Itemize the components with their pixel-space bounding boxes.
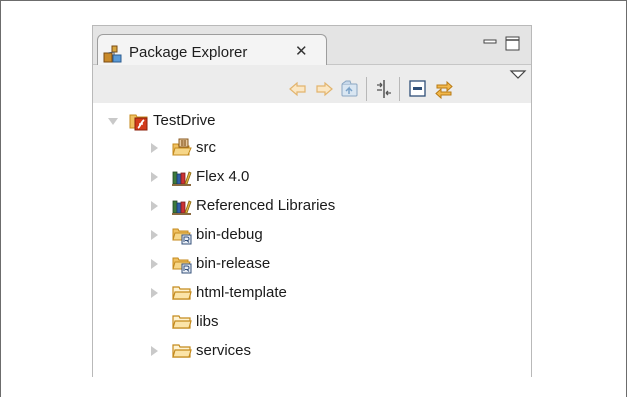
tree-item-label: Flex 4.0 (196, 168, 250, 185)
view-title: Package Explorer (129, 44, 248, 61)
close-icon[interactable]: ✕ (295, 42, 308, 60)
tree-item-label: services (196, 342, 252, 359)
forward-icon[interactable] (313, 78, 335, 100)
view-toolbar (93, 65, 531, 103)
tree-item-libs[interactable]: libs (93, 309, 531, 335)
expand-icon[interactable] (151, 288, 158, 298)
tree-item-services[interactable]: services (93, 338, 531, 364)
link-with-editor-icon[interactable] (433, 78, 455, 100)
up-icon[interactable] (339, 78, 361, 100)
library-icon (172, 200, 192, 215)
collapse-all-icon[interactable] (407, 78, 429, 100)
expand-icon[interactable] (151, 259, 158, 269)
back-icon[interactable] (287, 78, 309, 100)
toolbar-separator (366, 77, 367, 101)
tree-item-testdrive[interactable]: TestDrive (93, 108, 531, 134)
tree-item-html-template[interactable]: html-template (93, 280, 531, 306)
minimize-icon[interactable] (483, 36, 497, 50)
view-menu-icon[interactable] (508, 65, 530, 87)
output-folder-icon (172, 228, 192, 245)
tree-item-label: bin-release (196, 255, 271, 272)
package-explorer-icon (103, 45, 122, 63)
expand-icon[interactable] (108, 118, 118, 125)
tree-item-label: src (196, 139, 216, 156)
package-explorer-view: Package Explorer ✕ TestDrive src Flex 4.… (92, 25, 532, 377)
view-titlebar: Package Explorer ✕ (93, 25, 531, 66)
tree-item-label: html-template (196, 284, 287, 301)
folder-icon (172, 286, 192, 300)
output-folder-icon (172, 257, 192, 274)
flex-project-icon (129, 114, 148, 131)
tree-item-flex-sdk[interactable]: Flex 4.0 (93, 164, 531, 190)
expand-icon[interactable] (151, 143, 158, 153)
maximize-icon[interactable] (505, 36, 520, 51)
tree-item-label: bin-debug (196, 226, 263, 243)
expand-icon[interactable] (151, 172, 158, 182)
tree-item-label: Referenced Libraries (196, 197, 336, 214)
folder-icon (172, 344, 192, 358)
tree-item-src[interactable]: src (93, 135, 531, 161)
folder-icon (172, 315, 192, 329)
source-folder-icon (172, 138, 192, 156)
tree-item-referenced-libraries[interactable]: Referenced Libraries (93, 193, 531, 219)
library-icon (172, 171, 192, 186)
tree-item-bin-release[interactable]: bin-release (93, 251, 531, 277)
expand-icon[interactable] (151, 201, 158, 211)
tab-package-explorer[interactable]: Package Explorer ✕ (97, 34, 327, 66)
tree-item-label: TestDrive (153, 112, 216, 129)
expand-icon[interactable] (151, 346, 158, 356)
focus-icon[interactable] (373, 78, 395, 100)
tree-item-label: libs (196, 313, 219, 330)
project-tree: TestDrive src Flex 4.0 Referenced Librar… (93, 103, 531, 377)
tree-item-bin-debug[interactable]: bin-debug (93, 222, 531, 248)
expand-icon[interactable] (151, 230, 158, 240)
toolbar-separator (399, 77, 400, 101)
